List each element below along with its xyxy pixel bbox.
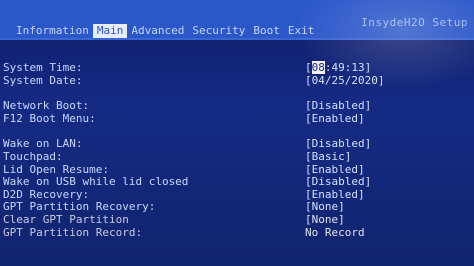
setting-row-network-boot[interactable]: Network Boot: [Disabled] — [0, 100, 474, 113]
gpt-partition-record-value: No Record — [305, 225, 365, 239]
menu-bar: InsydeH2O Setup Information Main Advance… — [0, 0, 474, 38]
touchpad-value[interactable]: [Basic] — [305, 150, 351, 164]
clear-gpt-partition-value[interactable]: [None] — [305, 213, 345, 227]
tab-exit[interactable]: Exit — [284, 24, 319, 38]
network-boot-label: Network Boot: — [3, 99, 90, 113]
gpt-partition-record-label: GPT Partition Record: — [3, 225, 143, 239]
settings-list: System Time: [08:49:13] System Date: [04… — [0, 61, 474, 240]
tab-main[interactable]: Main — [92, 24, 128, 38]
system-time-open-bracket: [ — [305, 61, 312, 74]
setting-row-touchpad[interactable]: Touchpad: [Basic] — [0, 149, 474, 164]
f12-boot-menu-value[interactable]: [Enabled] — [305, 112, 365, 126]
menu-tabs: Information Main Advanced Security Boot … — [12, 24, 318, 38]
setting-row-wake-on-lan[interactable]: Wake on LAN: [Disabled] — [0, 138, 474, 151]
system-time-rest: :49:13] — [324, 61, 372, 74]
wake-on-usb-value[interactable]: [Disabled] — [305, 176, 371, 189]
clear-gpt-partition-label: Clear GPT Partition — [3, 212, 129, 226]
tab-boot[interactable]: Boot — [249, 24, 284, 38]
setting-row-gpt-partition-record: GPT Partition Record: No Record — [0, 225, 474, 240]
tab-advanced[interactable]: Advanced — [127, 24, 188, 38]
tab-information[interactable]: Information — [12, 24, 93, 38]
setting-row-wake-on-usb[interactable]: Wake on USB while lid closed [Disabled] — [0, 176, 474, 189]
system-time-label: System Time: — [3, 61, 83, 74]
f12-boot-menu-label: F12 Boot Menu: — [3, 111, 96, 125]
tab-security[interactable]: Security — [188, 24, 249, 38]
touchpad-label: Touchpad: — [3, 149, 63, 163]
wake-on-usb-label: Wake on USB while lid closed — [3, 175, 189, 189]
system-time-hour-field[interactable]: 08 — [311, 61, 325, 74]
bios-setup-screen: InsydeH2O Setup Information Main Advance… — [0, 0, 474, 266]
system-date-label: System Date: — [3, 73, 83, 87]
system-date-value[interactable]: [04/25/2020] — [305, 74, 384, 88]
setting-row-system-date[interactable]: System Date: [04/25/2020] — [0, 73, 474, 88]
setting-row-system-time[interactable]: System Time: [08:49:13] — [0, 61, 474, 75]
network-boot-value[interactable]: [Disabled] — [305, 100, 371, 113]
brand-title: InsydeH2O Setup — [361, 16, 468, 29]
setting-row-clear-gpt-partition[interactable]: Clear GPT Partition [None] — [0, 212, 474, 227]
menu-divider — [0, 38, 474, 40]
setting-row-f12-boot-menu[interactable]: F12 Boot Menu: [Enabled] — [0, 111, 474, 126]
system-time-value[interactable]: [08:49:13] — [305, 61, 372, 75]
